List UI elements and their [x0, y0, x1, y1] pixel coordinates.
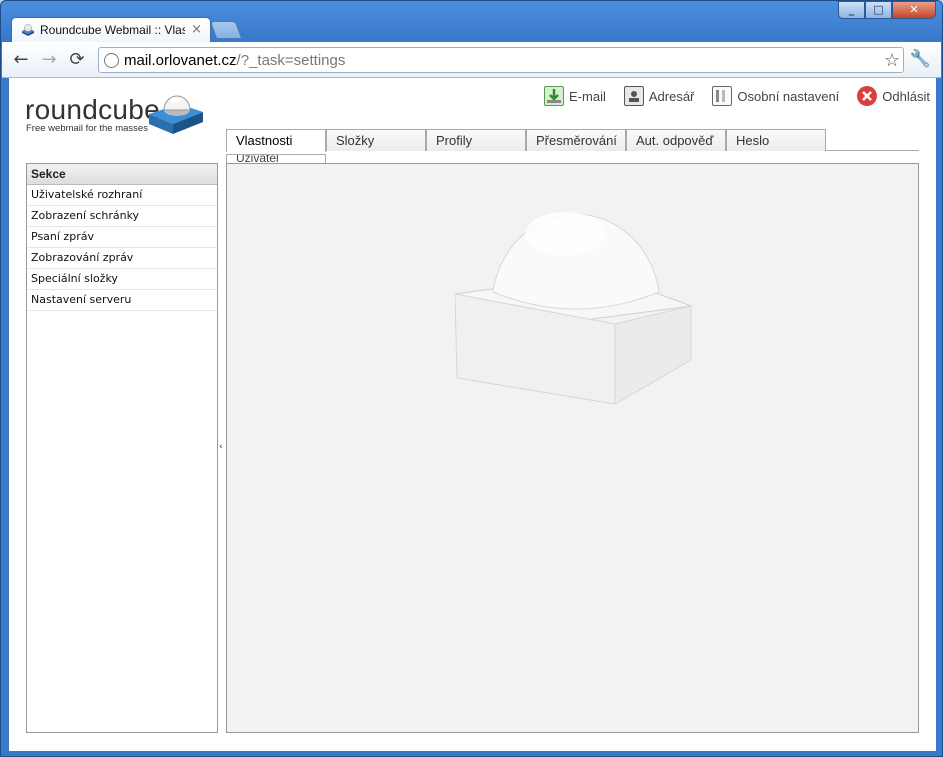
topnav-settings[interactable]: Osobní nastavení [712, 86, 839, 106]
settings-icon [712, 86, 733, 106]
bookmark-star-icon[interactable]: ☆ [884, 50, 900, 71]
window-controls: _ □ ✕ [838, 1, 936, 19]
topnav-logout[interactable]: Odhlásit [857, 86, 930, 106]
roundcube-cube-icon [149, 95, 203, 134]
sidebar-item-server-settings[interactable]: Nastavení serveru [27, 290, 217, 311]
tab-aut-odpoved[interactable]: Aut. odpověď [626, 129, 726, 151]
tab-profily[interactable]: Profily [426, 129, 526, 151]
splitter-handle[interactable]: ‹ [219, 442, 223, 452]
browser-window: Roundcube Webmail :: Vlastno × _ □ ✕ ← →… [0, 0, 943, 757]
maximize-button[interactable]: □ [865, 1, 892, 19]
tab-slozky[interactable]: Složky [326, 129, 426, 151]
reload-button[interactable]: ⟳ [66, 49, 88, 71]
sections-sidebar: Sekce Uživatelské rozhraní Zobrazení sch… [26, 163, 218, 733]
address-bar[interactable]: mail.orlovanet.cz/?_task=settings ☆ [98, 47, 904, 73]
new-tab-button[interactable] [209, 21, 243, 39]
sidebar-heading: Sekce [27, 164, 217, 185]
topnav-email[interactable]: E-mail [544, 86, 606, 106]
sidebar-item-message-display[interactable]: Zobrazování zpráv [27, 248, 217, 269]
logout-icon [857, 86, 878, 106]
topnav-addressbook[interactable]: Adresář [623, 86, 695, 106]
sidebar-item-user-interface[interactable]: Uživatelské rozhraní [27, 185, 217, 206]
settings-tabs: Vlastnosti Složky Profily Přesměrování A… [226, 129, 919, 152]
url-text: mail.orlovanet.cz/?_task=settings [124, 52, 345, 69]
tab-strip: Roundcube Webmail :: Vlastno × _ □ ✕ [1, 1, 942, 42]
roundcube-watermark-icon [455, 212, 692, 405]
minimize-button[interactable]: _ [838, 1, 865, 19]
maximize-icon: □ [873, 3, 884, 16]
minimize-icon: _ [848, 3, 855, 16]
wrench-icon[interactable]: 🔧 [910, 49, 931, 69]
roundcube-logo[interactable]: roundcube Free webmail for the masses [25, 88, 225, 138]
addressbook-icon [623, 86, 644, 106]
close-icon: ✕ [909, 3, 919, 16]
webpage: roundcube Free webmail for the masses E-… [9, 78, 936, 751]
topnav-settings-label: Osobní nastavení [737, 88, 840, 104]
close-window-button[interactable]: ✕ [892, 1, 936, 19]
logo-wordmark: roundcube [25, 94, 161, 125]
top-navigation: E-mail Adresář Osobní nastavení Odhlásit [526, 86, 930, 106]
content-frame [226, 163, 919, 733]
sidebar-item-mailbox-view[interactable]: Zobrazení schránky [27, 206, 217, 227]
tab-vlastnosti[interactable]: Vlastnosti [226, 129, 326, 152]
email-icon [544, 86, 565, 106]
url-path: /?_task=settings [236, 52, 346, 69]
url-host: mail.orlovanet.cz [124, 52, 237, 69]
browser-tab[interactable]: Roundcube Webmail :: Vlastno × [11, 17, 211, 42]
logo-tagline: Free webmail for the masses [26, 123, 148, 134]
sidebar-item-composing[interactable]: Psaní zpráv [27, 227, 217, 248]
roundcube-favicon-icon [22, 24, 34, 36]
topnav-email-label: E-mail [569, 88, 606, 104]
tab-presmerovani[interactable]: Přesměrování [526, 129, 626, 151]
topnav-addressbook-label: Adresář [648, 88, 695, 104]
topnav-logout-label: Odhlásit [882, 88, 930, 104]
back-button[interactable]: ← [10, 49, 32, 71]
tab-heslo[interactable]: Heslo [726, 129, 826, 151]
globe-icon [104, 53, 119, 68]
sidebar-item-special-folders[interactable]: Speciální složky [27, 269, 217, 290]
forward-button[interactable]: → [38, 49, 60, 71]
browser-toolbar: ← → ⟳ mail.orlovanet.cz/?_task=settings … [2, 42, 941, 78]
tab-title: Roundcube Webmail :: Vlastno [40, 23, 185, 37]
close-tab-icon[interactable]: × [191, 22, 202, 37]
